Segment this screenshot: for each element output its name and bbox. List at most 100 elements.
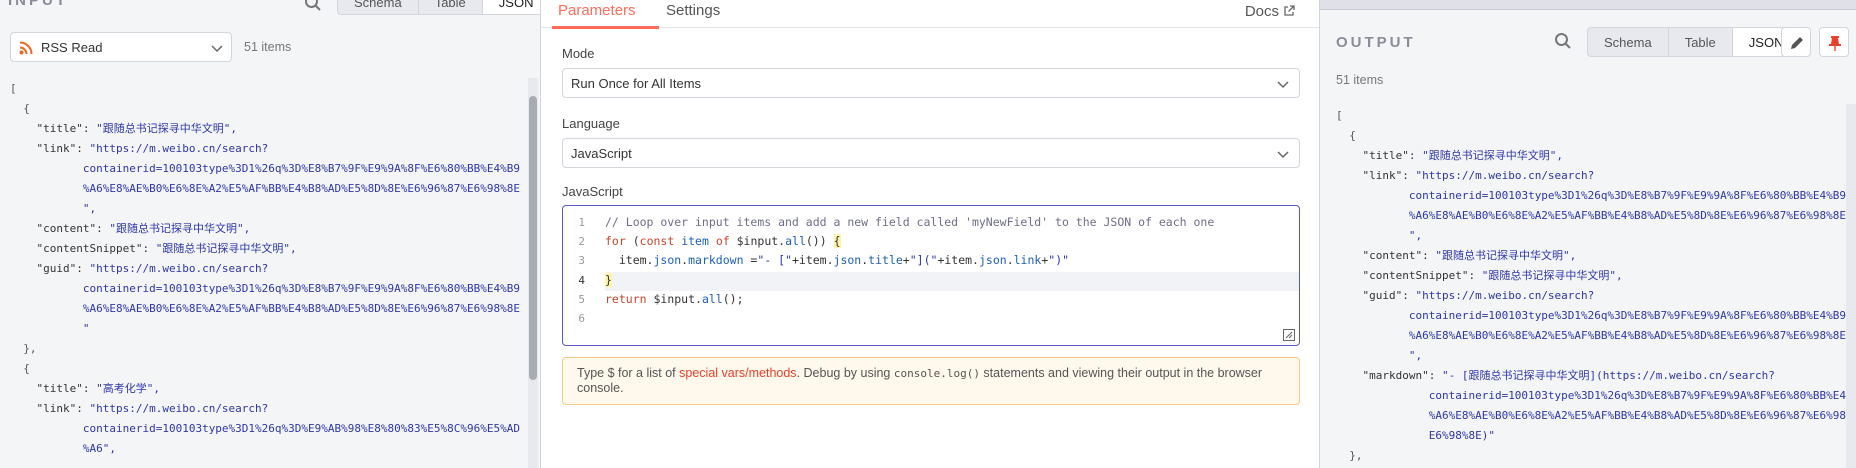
json-value: " [82, 322, 90, 335]
code-comment: // Loop over input items and add a new f… [605, 215, 1215, 229]
n8n-code-node-editor: INPUT Schema Table JSON RSS Read 51 item… [0, 0, 1856, 468]
code-keyword: for [605, 234, 626, 248]
json-key: "link": [1362, 169, 1416, 182]
json-value: "https://m.weibo.cn/search? [89, 262, 269, 275]
json-value: containerid=100103type%3D1%26q%3D%E9%AB%… [82, 422, 520, 435]
mode-select[interactable]: Run Once for All Items [562, 68, 1300, 98]
code-keyword: const [639, 234, 675, 248]
json-key: "content": [36, 222, 110, 235]
json-value: ", [82, 202, 97, 215]
json-line: ", [1336, 226, 1856, 246]
json-value: %A6%E8%AE%B0%E6%8E%A2%E5%AF%BB%E4%B8%AD%… [1428, 409, 1856, 422]
tab-parameters[interactable]: Parameters [558, 2, 636, 19]
json-line: "title": "跟随总书记探寻中华文明", [1336, 146, 1856, 166]
input-view-json[interactable]: JSON [482, 0, 540, 14]
output-view-table[interactable]: Table [1669, 28, 1733, 56]
code-keyword: of [715, 234, 730, 248]
language-select-value: JavaScript [571, 146, 632, 161]
code-line-3[interactable]: item.json.markdown ="- ["+item.json.titl… [605, 253, 1069, 267]
json-line: containerid=100103type%3D1%26q%3D%E8%B7%… [10, 159, 520, 179]
json-line: containerid=100103type%3D1%26q%3D%E9%AB%… [10, 419, 520, 439]
json-key: "title": [1362, 149, 1423, 162]
input-node-select[interactable]: RSS Read [10, 32, 232, 62]
input-item-count: 51 items [244, 40, 292, 54]
code-string: ")" [1048, 253, 1070, 267]
json-value: containerid=100103type%3D1%26q%3D%E8%B7%… [82, 282, 520, 295]
json-line: "markdown": "- [跟随总书记探寻中华文明](https://m.w… [1336, 366, 1856, 386]
line-number: 5 [578, 293, 585, 306]
language-select[interactable]: JavaScript [562, 138, 1300, 168]
json-value: %A6%E8%AE%B0%E6%8E%A2%E5%AF%BB%E4%B8%AD%… [82, 302, 520, 315]
json-line: { [10, 362, 30, 375]
input-view-switch: Schema Table JSON [337, 0, 540, 15]
json-value: ", [1408, 229, 1423, 242]
mode-label: Mode [562, 46, 595, 61]
input-panel-title: INPUT [8, 0, 68, 9]
json-value: "- [跟随总书记探寻中华文明](https://m.weibo.cn/sear… [1441, 369, 1775, 382]
input-panel: INPUT Schema Table JSON RSS Read 51 item… [0, 0, 540, 468]
tab-settings[interactable]: Settings [666, 2, 720, 19]
json-value: ", [1408, 349, 1423, 362]
json-line: %A6%E8%AE%B0%E6%8E%A2%E5%AF%BB%E4%B8%AD%… [1336, 326, 1856, 346]
code-line-2[interactable]: for (const item of $input.all()) { [605, 234, 841, 248]
json-line: %A6%E8%AE%B0%E6%8E%A2%E5%AF%BB%E4%B8%AD%… [1336, 206, 1856, 226]
code-line-5[interactable]: return $input.all(); [605, 292, 744, 306]
json-line: %A6", [10, 439, 520, 459]
json-line: %A6%E8%AE%B0%E6%8E%A2%E5%AF%BB%E4%B8%AD%… [10, 299, 520, 319]
line-number: 6 [578, 312, 585, 325]
input-view-table[interactable]: Table [419, 0, 483, 14]
json-value: containerid=100103type%3D1%26q%3D%E8%B7%… [1428, 389, 1856, 402]
output-panel-title: OUTPUT [1336, 34, 1416, 51]
code-label: JavaScript [562, 184, 623, 199]
output-view-schema[interactable]: Schema [1588, 28, 1669, 56]
pencil-icon [1791, 37, 1803, 49]
line-number: 2 [578, 235, 585, 248]
json-value: %A6%E8%AE%B0%E6%8E%A2%E5%AF%BB%E4%B8%AD%… [1408, 329, 1846, 342]
json-value: "https://m.weibo.cn/search? [1415, 169, 1595, 182]
json-key: "title": [36, 122, 97, 135]
pin-icon [1829, 36, 1841, 51]
json-line: "content": "跟随总书记探寻中华文明", [10, 219, 520, 239]
pin-output-button[interactable] [1819, 27, 1849, 57]
input-json-view: [ { "title": "跟随总书记探寻中华文明", "link": "htt… [10, 79, 520, 459]
json-value: "跟随总书记探寻中华文明", [96, 122, 237, 135]
code-line-4[interactable]: } [605, 273, 612, 287]
docs-link-label: Docs [1244, 3, 1279, 20]
output-view-switch: Schema Table JSON [1587, 27, 1801, 57]
special-vars-link[interactable]: special vars/methods [679, 366, 796, 380]
json-line: %A6%E8%AE%B0%E6%8E%A2%E5%AF%BB%E4%B8%AD%… [1336, 406, 1856, 426]
hint-code: console.log() [893, 367, 980, 380]
json-line: %A6%E8%AE%B0%E6%8E%A2%E5%AF%BB%E4%B8%AD%… [10, 179, 520, 199]
json-value: %A6%E8%AE%B0%E6%8E%A2%E5%AF%BB%E4%B8%AD%… [82, 182, 520, 195]
resize-handle-icon[interactable] [1283, 329, 1295, 341]
code-string: "- [" [757, 253, 792, 267]
json-value: "https://m.weibo.cn/search? [89, 142, 269, 155]
code-string: "](" [909, 253, 938, 267]
json-line: containerid=100103type%3D1%26q%3D%E8%B7%… [1336, 306, 1856, 326]
json-line: }, [1336, 449, 1363, 462]
docs-link[interactable]: Docs [1245, 3, 1295, 20]
language-label: Language [562, 116, 620, 131]
external-link-icon [1284, 5, 1295, 16]
search-icon[interactable] [1554, 32, 1572, 50]
active-tab-indicator [552, 26, 659, 29]
json-line: "content": "跟随总书记探寻中华文明", [1336, 246, 1856, 266]
code-editor[interactable]: 1 2 3 4 5 6 // Loop over input items and… [562, 205, 1300, 346]
json-line: ", [10, 199, 520, 219]
code-property: title [868, 253, 903, 267]
json-line: ", [1336, 346, 1856, 366]
json-value: "跟随总书记探寻中华文明", [1435, 249, 1577, 262]
code-line-1[interactable]: // Loop over input items and add a new f… [605, 215, 1214, 229]
code-hint-box: Type $ for a list of special vars/method… [562, 357, 1300, 405]
json-line: { [1336, 129, 1356, 142]
code-method: all [785, 234, 806, 248]
search-icon[interactable] [304, 0, 322, 12]
code-property: json [833, 253, 862, 267]
input-scrollbar-thumb[interactable] [529, 96, 537, 380]
edit-output-button[interactable] [1781, 27, 1811, 57]
json-key: "guid": [1362, 289, 1416, 302]
json-line: containerid=100103type%3D1%26q%3D%E8%B7%… [1336, 186, 1856, 206]
input-view-schema[interactable]: Schema [338, 0, 419, 14]
output-scrollbar[interactable] [1846, 104, 1856, 468]
json-key: "link": [36, 402, 90, 415]
